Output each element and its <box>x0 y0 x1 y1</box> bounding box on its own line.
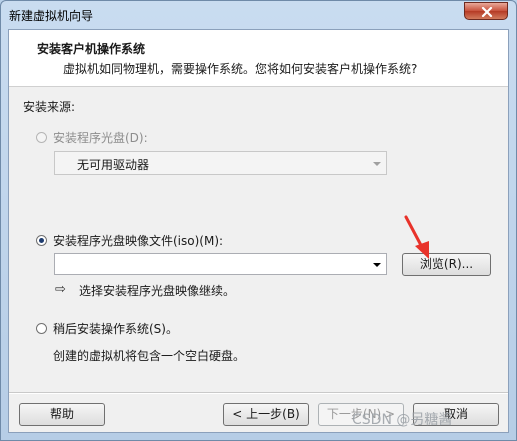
watermark: CSDN @另糖酱 <box>352 412 453 428</box>
iso-radio[interactable] <box>36 235 47 246</box>
title-bar[interactable]: 新建虚拟机向导 <box>1 1 516 29</box>
disc-radio[interactable] <box>36 132 47 143</box>
wizard-header: 安装客户机操作系统 虚拟机如同物理机，需要操作系统。您将如何安装客户机操作系统? <box>9 30 508 87</box>
close-button[interactable] <box>464 2 508 20</box>
help-button[interactable]: 帮助 <box>19 403 105 426</box>
back-button[interactable]: < 上一步(B) <box>223 403 309 426</box>
install-source-label: 安装来源: <box>23 100 76 114</box>
page-title: 安装客户机操作系统 <box>37 42 146 56</box>
iso-option-label: 安装程序光盘映像文件(iso)(M): <box>53 234 224 248</box>
later-radio[interactable] <box>36 323 47 334</box>
window-title: 新建虚拟机向导 <box>9 9 94 23</box>
close-icon <box>481 7 493 17</box>
iso-path-input[interactable] <box>54 253 387 275</box>
later-option-label: 稍后安装操作系统(S)。 <box>53 322 178 336</box>
later-description: 创建的虚拟机将包含一个空白硬盘。 <box>53 349 246 363</box>
disc-drive-select[interactable]: 无可用驱动器 <box>54 151 387 175</box>
chevron-down-icon[interactable] <box>373 263 381 267</box>
wizard-window: 新建虚拟机向导 安装客户机操作系统 虚拟机如同物理机，需要操作系统。您将如何安装… <box>0 0 517 441</box>
chevron-down-icon <box>373 162 381 166</box>
disc-drive-value: 无可用驱动器 <box>77 158 150 172</box>
right-arrow-icon: ⇨ <box>55 282 66 297</box>
footer-divider <box>9 392 508 394</box>
disc-option-label: 安装程序光盘(D): <box>53 131 148 145</box>
red-arrow-icon <box>404 215 429 259</box>
page-description: 虚拟机如同物理机，需要操作系统。您将如何安装客户机操作系统? <box>63 62 418 76</box>
iso-hint: 选择安装程序光盘映像继续。 <box>79 284 236 298</box>
